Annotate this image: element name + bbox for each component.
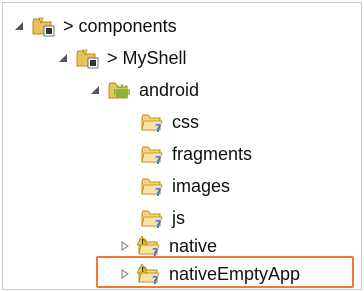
tree-row-components[interactable]: > components [13, 13, 177, 39]
project-folder-icon [31, 14, 57, 38]
row-label: android [139, 80, 200, 100]
row-label: MyShell [122, 48, 187, 68]
row-label: images [172, 176, 231, 196]
svg-text:?: ? [155, 122, 161, 134]
tree-row-fragments[interactable]: ? fragments [140, 141, 252, 167]
row-label: css [172, 112, 199, 132]
tree-row-images[interactable]: ? images [140, 173, 230, 199]
row-label: js [172, 208, 185, 228]
svg-text:?: ? [155, 154, 161, 166]
svg-text:?: ? [155, 218, 161, 230]
path-prefix: > [107, 48, 123, 68]
folder-unknown-icon: ? [140, 142, 166, 167]
android-folder-icon [107, 78, 133, 102]
collapsed-triangle-icon[interactable] [119, 240, 131, 252]
folder-unknown-icon: ? [140, 206, 166, 231]
expanded-triangle-icon[interactable] [57, 52, 69, 64]
folder-unknown-icon: ? [140, 174, 166, 199]
tree-row-myshell[interactable]: > MyShell [57, 45, 187, 71]
path-prefix: > [63, 16, 79, 36]
svg-text:?: ? [155, 186, 161, 198]
tree-row-css[interactable]: ? css [140, 109, 199, 135]
tree-row-android[interactable]: android [89, 77, 199, 103]
folder-warning-icon: ! ? [136, 234, 163, 259]
row-label: components [78, 16, 177, 36]
row-label: fragments [172, 144, 253, 164]
expanded-triangle-icon[interactable] [89, 84, 101, 96]
project-folder-icon [75, 46, 101, 70]
folder-unknown-icon: ? [140, 110, 166, 135]
svg-text:!: ! [141, 238, 144, 246]
highlight-box [96, 256, 354, 288]
tree-row-js[interactable]: ? js [140, 205, 185, 231]
project-explorer-tree: > components > MyShell android ? css ? f… [2, 2, 362, 290]
expanded-triangle-icon[interactable] [13, 20, 25, 32]
